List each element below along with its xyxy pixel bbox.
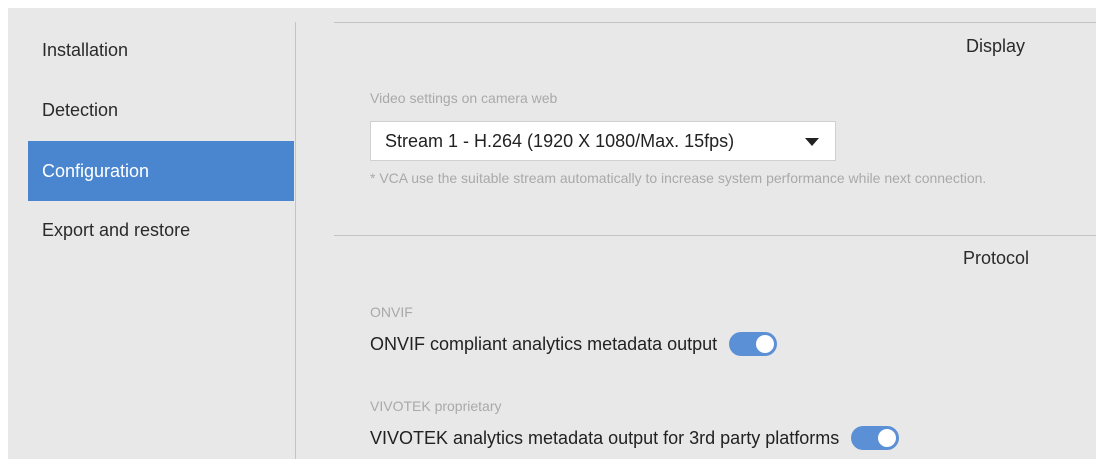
- vivotek-metadata-label: VIVOTEK analytics metadata output for 3r…: [370, 427, 840, 448]
- vivotek-metadata-toggle[interactable]: [851, 426, 900, 450]
- display-section-title: Display: [966, 36, 1026, 56]
- chevron-down-icon: [805, 138, 819, 146]
- sidebar-item-label: Export and restore: [42, 219, 191, 240]
- display-section-divider: [334, 22, 1096, 23]
- sidebar-item-configuration[interactable]: Configuration: [28, 141, 294, 201]
- vivotek-heading: VIVOTEK proprietary: [370, 398, 502, 414]
- sidebar-item-label: Detection: [42, 99, 119, 120]
- sidebar-item-installation[interactable]: Installation: [28, 20, 294, 80]
- protocol-section-divider: [334, 235, 1096, 236]
- vca-stream-note: * VCA use the suitable stream automatica…: [370, 170, 987, 186]
- settings-panel: Installation Detection Configuration Exp…: [8, 8, 1096, 459]
- toggle-knob: [878, 429, 897, 447]
- sidebar-item-export-and-restore[interactable]: Export and restore: [28, 200, 294, 260]
- onvif-toggle-row: ONVIF compliant analytics metadata outpu…: [370, 332, 778, 356]
- toggle-knob: [756, 335, 775, 353]
- sidebar-item-detection[interactable]: Detection: [28, 80, 294, 140]
- protocol-section-title: Protocol: [963, 248, 1030, 268]
- sidebar: Installation Detection Configuration Exp…: [8, 8, 296, 459]
- onvif-metadata-label: ONVIF compliant analytics metadata outpu…: [370, 333, 718, 354]
- sidebar-divider: [295, 22, 296, 459]
- stream-select[interactable]: Stream 1 - H.264 (1920 X 1080/Max. 15fps…: [370, 121, 836, 161]
- sidebar-item-label: Installation: [42, 39, 129, 60]
- sidebar-item-label: Configuration: [42, 160, 150, 181]
- stream-select-value: Stream 1 - H.264 (1920 X 1080/Max. 15fps…: [385, 130, 735, 151]
- onvif-metadata-toggle[interactable]: [729, 332, 778, 356]
- onvif-heading: ONVIF: [370, 304, 413, 320]
- vivotek-toggle-row: VIVOTEK analytics metadata output for 3r…: [370, 426, 900, 450]
- video-settings-label: Video settings on camera web: [370, 90, 558, 106]
